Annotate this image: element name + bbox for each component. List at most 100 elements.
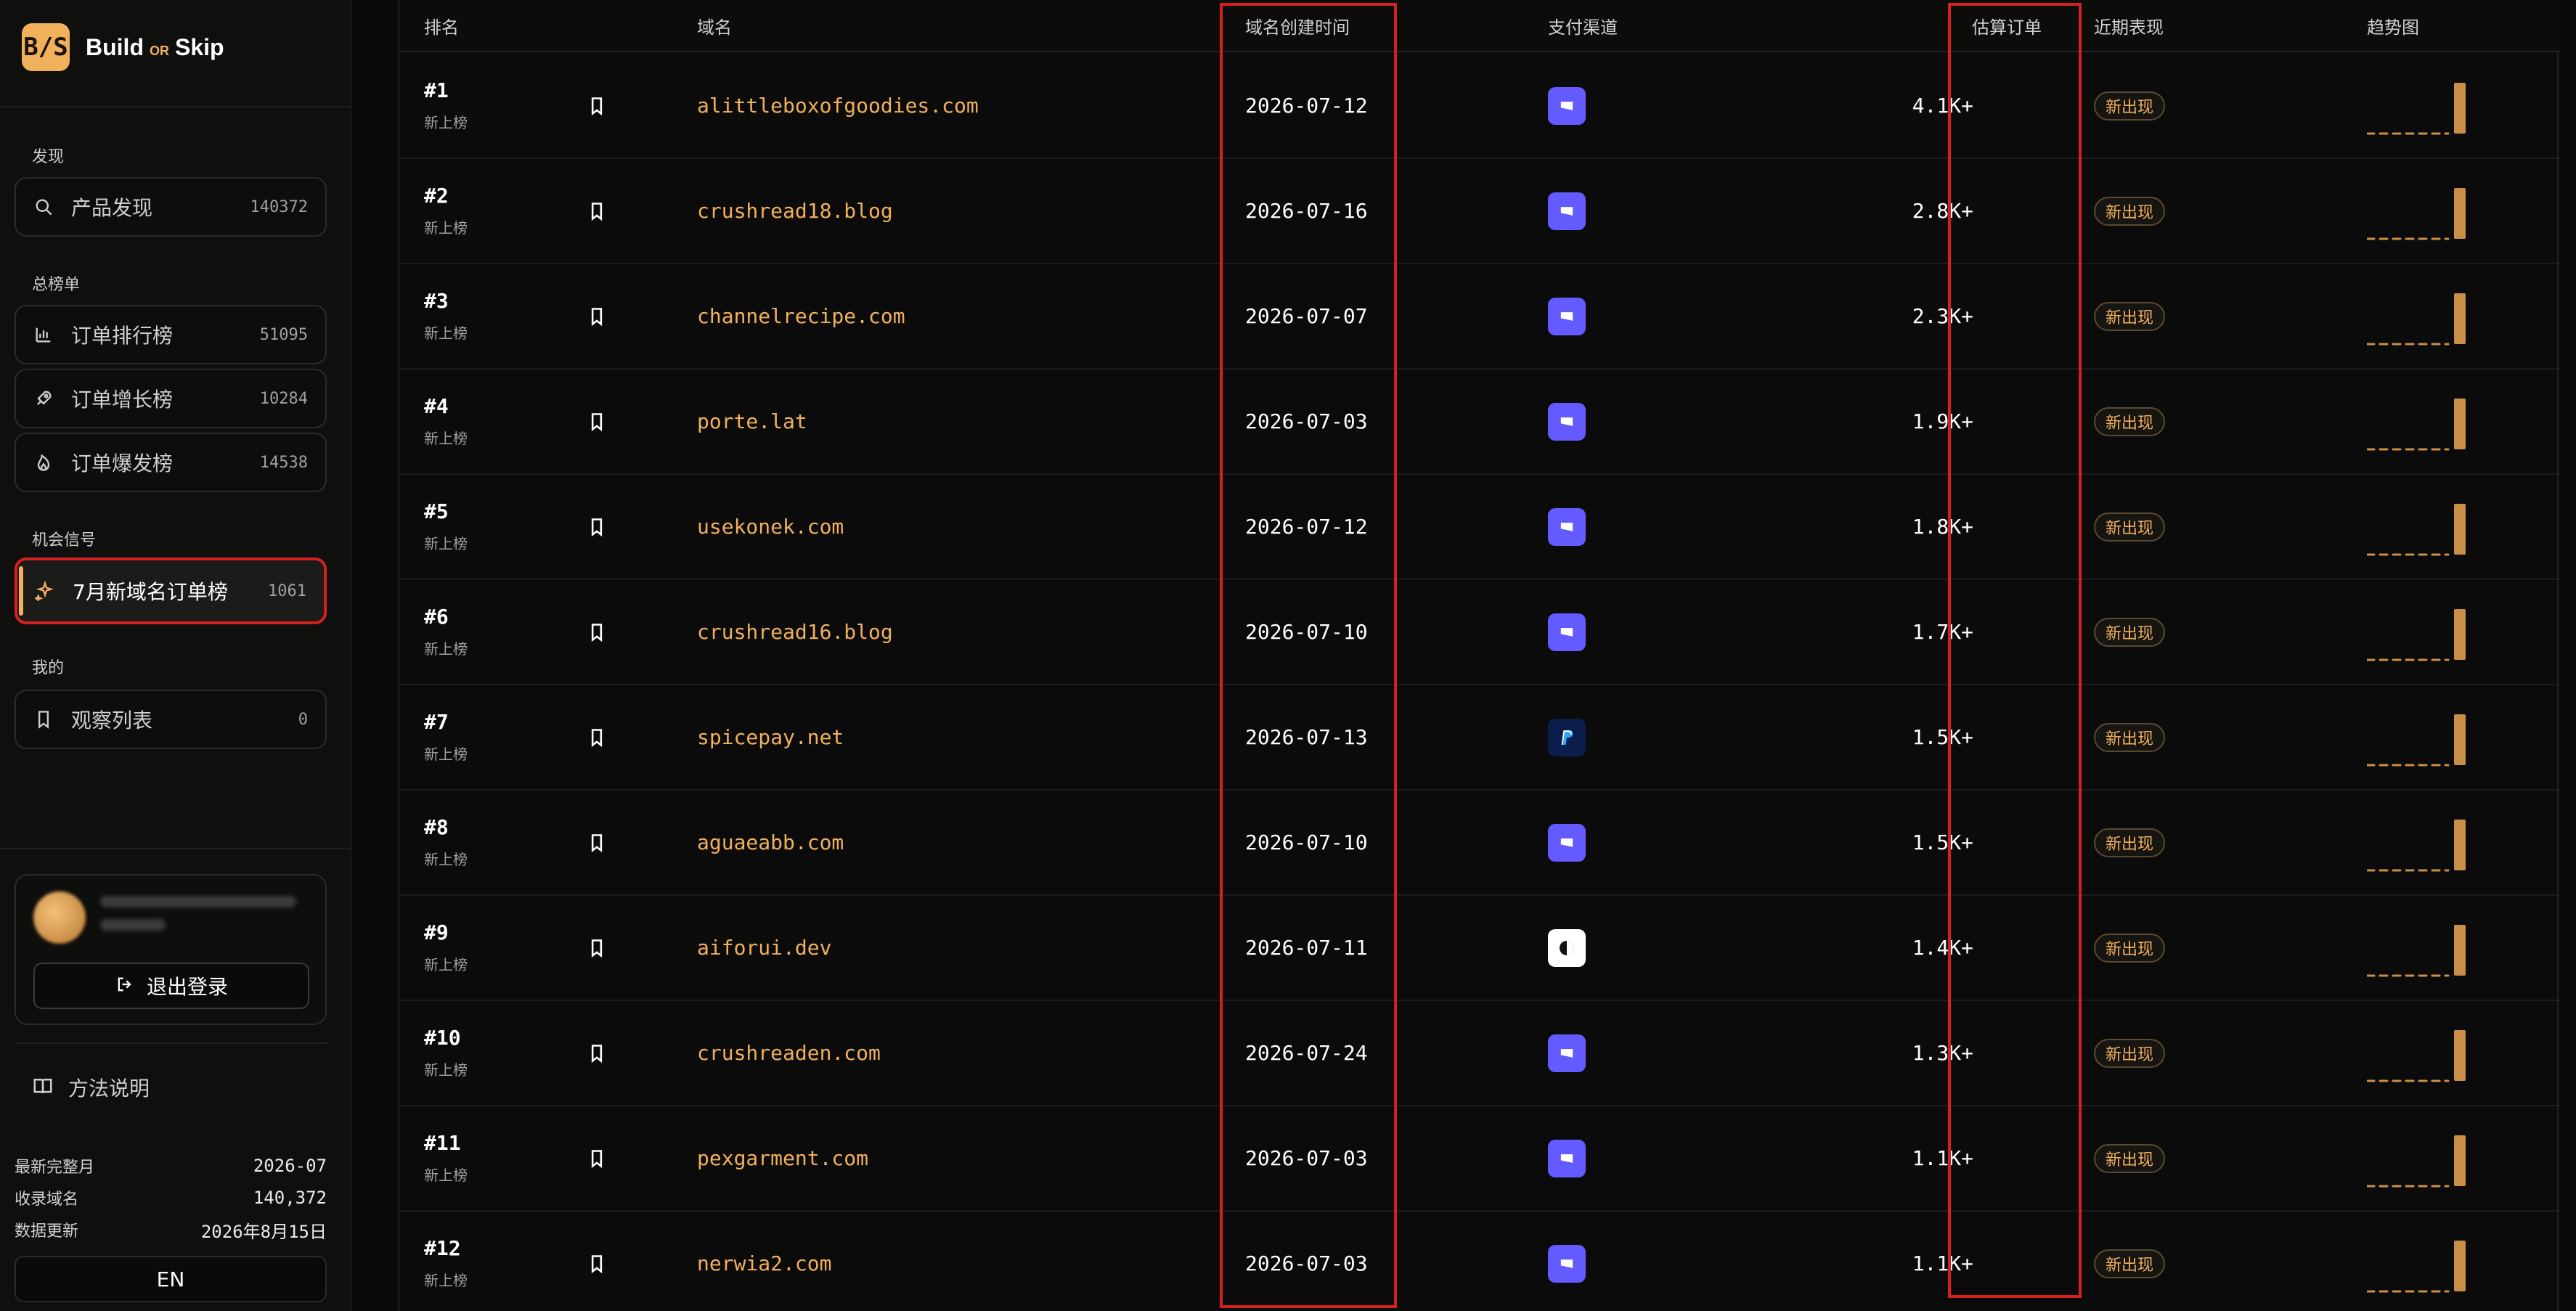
- rank-subtitle: 新上榜: [424, 114, 468, 131]
- logo-mark: B/S: [22, 23, 70, 71]
- domain-created-date: 2026-07-11: [1245, 936, 1368, 960]
- bookmark-icon[interactable]: [587, 515, 607, 539]
- estimated-orders: 2.8K+: [1912, 199, 1973, 223]
- sidebar-divider: [0, 848, 351, 849]
- rank-subtitle: 新上榜: [424, 851, 468, 868]
- domain-link[interactable]: crushread16.blog: [697, 620, 893, 644]
- rank-number: #8: [424, 815, 449, 839]
- trend-sparkline: [2365, 707, 2469, 769]
- bookmark-icon[interactable]: [587, 94, 607, 118]
- estimated-orders: 1.5K+: [1912, 725, 1973, 749]
- rank-cell: #9 新上榜: [424, 920, 468, 974]
- stat-key: 数据更新: [15, 1222, 79, 1241]
- table-row[interactable]: #1 新上榜 alittleboxofgoodies.com 2026-07-12…: [399, 54, 2560, 159]
- col-created: 域名创建时间: [1245, 17, 1350, 38]
- rank-number: #5: [424, 499, 449, 523]
- table-row[interactable]: #3 新上榜 channelrecipe.com 2026-07-07 2.3K+ 新…: [399, 264, 2560, 369]
- bookmark-icon[interactable]: [587, 831, 607, 854]
- brand-right: Skip: [174, 33, 224, 60]
- bookmark-icon[interactable]: [587, 410, 607, 433]
- bookmark-icon[interactable]: [587, 936, 607, 960]
- bookmark-icon[interactable]: [587, 1042, 607, 1065]
- sparkline-svg: [2365, 504, 2466, 556]
- domain-link[interactable]: aguaeabb.com: [697, 830, 844, 854]
- sidebar-item-burst-rank[interactable]: 订单爆发榜 14538: [15, 433, 327, 492]
- estimated-orders: 4.1K+: [1912, 94, 1973, 118]
- status-badge: 新出现: [2094, 934, 2166, 963]
- sidebar-item-growth-rank[interactable]: 订单增长榜 10284: [15, 369, 327, 428]
- estimated-orders: 1.5K+: [1912, 830, 1973, 854]
- table-row[interactable]: #10 新上榜 crushreaden.com 2026-07-24 1.3K+ 新出…: [399, 1001, 2560, 1106]
- rank-number: #6: [424, 605, 449, 629]
- stripe-icon: [1548, 508, 1586, 546]
- rank-number: #2: [424, 184, 449, 208]
- payment-provider-icon: [1548, 929, 1586, 967]
- bookmark-icon[interactable]: [587, 305, 607, 328]
- domain-link[interactable]: usekonek.com: [697, 515, 844, 539]
- domain-created-date: 2026-07-03: [1245, 409, 1368, 433]
- table-row[interactable]: #11 新上榜 pexgarment.com 2026-07-03 1.1K+ 新出现: [399, 1106, 2560, 1212]
- user-email-redacted: [100, 896, 296, 907]
- domain-created-date: 2026-07-10: [1245, 830, 1368, 854]
- sidebar-item-orders-rank[interactable]: 订单排行榜 51095: [15, 305, 327, 364]
- stripe-icon: [1548, 1245, 1586, 1283]
- col-rank: 排名: [424, 17, 459, 38]
- rank-cell: #2 新上榜: [424, 184, 468, 237]
- table-row[interactable]: #2 新上榜 crushread18.blog 2026-07-16 2.8K+ 新出…: [399, 159, 2560, 264]
- status-badge: 新出现: [2094, 512, 2166, 542]
- domain-link[interactable]: porte.lat: [697, 409, 807, 433]
- stripe-icon: [1548, 1034, 1586, 1072]
- rank-number: #12: [424, 1236, 461, 1260]
- bookmark-icon[interactable]: [587, 621, 607, 644]
- rank-subtitle: 新上榜: [424, 219, 468, 237]
- status-badge: 新出现: [2094, 1144, 2166, 1173]
- domain-created-date: 2026-07-16: [1245, 199, 1368, 223]
- logout-button[interactable]: 退出登录: [33, 963, 309, 1009]
- table-row[interactable]: #6 新上榜 crushread16.blog 2026-07-10 1.7K+ 新出…: [399, 580, 2560, 685]
- table-row[interactable]: #8 新上榜 aguaeabb.com 2026-07-10 1.5K+ 新出现: [399, 791, 2560, 896]
- sparkline-bar: [2454, 1241, 2466, 1291]
- trend-sparkline: [2365, 497, 2469, 559]
- domain-link[interactable]: alittleboxofgoodies.com: [697, 94, 979, 118]
- domain-link[interactable]: crushread18.blog: [697, 199, 893, 223]
- table-row[interactable]: #5 新上榜 usekonek.com 2026-07-12 1.8K+ 新出现: [399, 475, 2560, 580]
- sidebar-item-count: 140372: [250, 197, 308, 216]
- rank-cell: #6 新上榜: [424, 605, 468, 658]
- rank-subtitle: 新上榜: [424, 1272, 468, 1289]
- bookmark-icon[interactable]: [587, 1147, 607, 1170]
- method-link[interactable]: 方法说明: [32, 1073, 150, 1102]
- sidebar-divider: [15, 1042, 327, 1044]
- col-recent: 近期表现: [2094, 17, 2164, 38]
- rank-subtitle: 新上榜: [424, 430, 468, 447]
- stat-value: 140,372: [253, 1188, 327, 1208]
- bookmark-icon[interactable]: [587, 726, 607, 749]
- sidebar-item-product-discovery[interactable]: 产品发现 140372: [15, 177, 327, 237]
- rank-cell: #3 新上榜: [424, 289, 468, 343]
- sparkline-svg: [2365, 925, 2466, 977]
- main-table: 排名 域名 域名创建时间 支付渠道 估算订单 近期表现 趋势图 #1 新上榜 a…: [398, 0, 2560, 1311]
- domain-link[interactable]: nerwia2.com: [697, 1251, 831, 1275]
- status-badge: 新出现: [2094, 407, 2166, 436]
- table-row[interactable]: #4 新上榜 porte.lat 2026-07-03 1.9K+ 新出现: [399, 369, 2560, 475]
- section-overall: 总榜单: [32, 276, 81, 294]
- sparkline-svg: [2365, 1241, 2466, 1293]
- domain-link[interactable]: channelrecipe.com: [697, 304, 905, 328]
- sidebar-item-watchlist[interactable]: 观察列表 0: [15, 690, 327, 749]
- col-orders: 估算订单: [1972, 17, 2042, 38]
- domain-link[interactable]: pexgarment.com: [697, 1146, 868, 1170]
- bookmark-icon[interactable]: [587, 1252, 607, 1275]
- bookmark-icon[interactable]: [587, 200, 607, 223]
- table-row[interactable]: #7 新上榜 spicepay.net 2026-07-13 1.5K+ 新出现: [399, 685, 2560, 791]
- sidebar-divider: [0, 106, 351, 107]
- sparkline-bar: [2454, 714, 2466, 765]
- domain-link[interactable]: spicepay.net: [697, 725, 844, 749]
- logout-icon: [115, 974, 135, 997]
- table-row[interactable]: #12 新上榜 nerwia2.com 2026-07-03 1.1K+ 新出现: [399, 1212, 2560, 1311]
- language-toggle-button[interactable]: EN: [15, 1256, 327, 1302]
- table-row[interactable]: #9 新上榜 aiforui.dev 2026-07-11 1.4K+ 新出现: [399, 896, 2560, 1001]
- logout-label: 退出登录: [146, 975, 228, 999]
- domain-link[interactable]: aiforui.dev: [697, 936, 831, 960]
- sidebar-item-july-new-domains[interactable]: 7月新域名订单榜 1061: [15, 558, 327, 624]
- brand[interactable]: B/S Build OR Skip: [22, 23, 224, 71]
- domain-link[interactable]: crushreaden.com: [697, 1041, 881, 1065]
